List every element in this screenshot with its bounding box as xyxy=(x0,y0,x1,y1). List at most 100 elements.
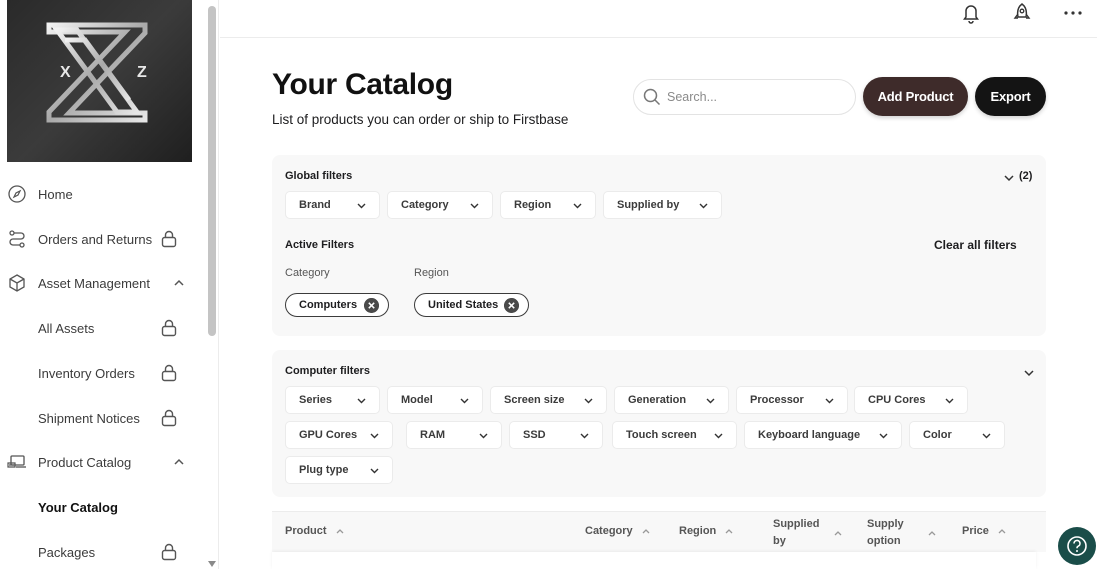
column-label: Supply option xyxy=(867,518,904,547)
dropdown-label: Touch screen xyxy=(626,429,697,441)
export-button[interactable]: Export xyxy=(975,77,1046,116)
sidebar-scrollbar[interactable] xyxy=(205,0,219,569)
table-row[interactable] xyxy=(272,552,1036,569)
dropdown-label: Model xyxy=(401,394,433,406)
sidebar-item-inventory-orders[interactable]: Inventory Orders xyxy=(0,353,205,393)
chevron-down-icon xyxy=(580,433,589,439)
cpu-cores-dropdown[interactable]: CPU Cores xyxy=(854,386,968,414)
sidebar-item-home[interactable]: Home xyxy=(0,174,205,214)
question-icon xyxy=(1067,536,1087,556)
chevron-down-icon xyxy=(825,398,834,404)
dropdown-label: Color xyxy=(923,429,952,441)
sidebar-item-label: Orders and Returns xyxy=(38,231,153,247)
logo-letter-x: X xyxy=(60,64,71,81)
sidebar-item-label: Shipment Notices xyxy=(38,410,140,426)
sidebar-item-all-assets[interactable]: All Assets xyxy=(0,308,205,348)
logo-letter-z: Z xyxy=(137,64,147,81)
global-filters-title: Global filters xyxy=(285,170,353,182)
bell-icon[interactable] xyxy=(961,2,981,24)
color-dropdown[interactable]: Color xyxy=(909,421,1005,449)
active-filter-chip-computers: Computers xyxy=(285,293,389,317)
ssd-dropdown[interactable]: SSD xyxy=(509,421,603,449)
touch-screen-dropdown[interactable]: Touch screen xyxy=(612,421,737,449)
chevron-down-icon xyxy=(699,203,708,209)
dropdown-label: Supplied by xyxy=(617,199,680,211)
sort-asc-icon xyxy=(834,531,842,536)
remove-filter-icon[interactable] xyxy=(364,298,379,313)
chevron-down-icon xyxy=(460,398,469,404)
sort-asc-icon xyxy=(725,529,733,534)
brand-dropdown[interactable]: Brand xyxy=(285,191,380,219)
sidebar-item-label: Home xyxy=(38,186,73,202)
sort-asc-icon xyxy=(642,529,650,534)
route-icon xyxy=(9,230,25,248)
dropdown-label: Region xyxy=(514,199,552,211)
lock-icon xyxy=(161,409,177,427)
rocket-icon[interactable] xyxy=(1012,2,1032,24)
chevron-down-icon xyxy=(479,433,488,439)
screen-size-dropdown[interactable]: Screen size xyxy=(490,386,607,414)
search-input[interactable] xyxy=(667,90,837,104)
ram-dropdown[interactable]: RAM xyxy=(406,421,502,449)
remove-filter-icon[interactable] xyxy=(504,298,519,313)
column-header-category[interactable]: Category xyxy=(585,525,651,537)
column-header-region[interactable]: Region xyxy=(679,525,734,537)
chevron-down-icon xyxy=(945,398,954,404)
generation-dropdown[interactable]: Generation xyxy=(614,386,729,414)
lock-icon xyxy=(161,543,177,561)
search-icon xyxy=(643,88,661,106)
clear-all-filters-link[interactable]: Clear all filters xyxy=(934,238,1017,252)
chevron-up-icon[interactable] xyxy=(172,276,186,290)
add-product-button[interactable]: Add Product xyxy=(863,77,968,116)
page-subtitle: List of products you can order or ship t… xyxy=(272,112,569,127)
table-header: Product Category Region Supplied by Supp… xyxy=(272,511,1046,552)
scroll-down-arrow-icon[interactable] xyxy=(208,561,216,567)
supplied-by-dropdown[interactable]: Supplied by xyxy=(603,191,722,219)
chevron-down-icon[interactable] xyxy=(1023,367,1035,379)
plug-type-dropdown[interactable]: Plug type xyxy=(285,456,393,484)
chevron-down-icon xyxy=(714,433,723,439)
lock-icon xyxy=(161,319,177,337)
dropdown-label: Plug type xyxy=(299,464,349,476)
sidebar-item-product-catalog[interactable]: Product Catalog xyxy=(0,442,205,482)
column-header-supply-option[interactable]: Supply option xyxy=(867,516,937,550)
dropdown-label: Screen size xyxy=(504,394,565,406)
column-label: Region xyxy=(679,525,717,537)
chevron-down-icon[interactable] xyxy=(1003,172,1015,184)
column-header-supplied-by[interactable]: Supplied by xyxy=(773,516,843,550)
computer-filters-panel: Computer filters Series Model Screen siz… xyxy=(272,350,1046,497)
chevron-up-icon[interactable] xyxy=(172,455,186,469)
chevron-down-icon xyxy=(584,398,593,404)
sort-asc-icon xyxy=(336,529,344,534)
column-header-product[interactable]: Product xyxy=(285,525,345,537)
active-filters-title: Active Filters xyxy=(285,239,355,251)
more-icon[interactable] xyxy=(1063,2,1083,24)
sidebar-item-label: All Assets xyxy=(38,320,95,336)
dropdown-label: SSD xyxy=(523,429,546,441)
series-dropdown[interactable]: Series xyxy=(285,386,380,414)
processor-dropdown[interactable]: Processor xyxy=(736,386,848,414)
dropdown-label: Processor xyxy=(750,394,804,406)
company-logo[interactable]: X Z xyxy=(7,0,192,162)
filter-count-badge: (2) xyxy=(1019,170,1033,182)
sidebar-item-shipment-notices[interactable]: Shipment Notices xyxy=(0,398,205,438)
sidebar-item-asset-management[interactable]: Asset Management xyxy=(0,263,205,303)
keyboard-language-dropdown[interactable]: Keyboard language xyxy=(744,421,902,449)
search-box[interactable] xyxy=(633,79,856,115)
sidebar-item-orders-returns[interactable]: Orders and Returns xyxy=(0,219,205,259)
chevron-down-icon xyxy=(357,203,366,209)
sidebar-item-label: Inventory Orders xyxy=(38,365,135,381)
sidebar-item-packages[interactable]: Packages xyxy=(0,532,205,569)
model-dropdown[interactable]: Model xyxy=(387,386,483,414)
gpu-cores-dropdown[interactable]: GPU Cores xyxy=(285,421,393,449)
chevron-down-icon xyxy=(370,468,379,474)
sidebar-item-label: Packages xyxy=(38,544,96,560)
dropdown-label: Series xyxy=(299,394,333,406)
sidebar-item-your-catalog[interactable]: Your Catalog xyxy=(0,487,205,527)
chevron-down-icon xyxy=(879,433,888,439)
scrollbar-thumb[interactable] xyxy=(208,6,216,336)
category-dropdown[interactable]: Category xyxy=(387,191,493,219)
region-dropdown[interactable]: Region xyxy=(500,191,596,219)
column-header-price[interactable]: Price xyxy=(962,525,1007,537)
help-button[interactable] xyxy=(1058,527,1096,565)
